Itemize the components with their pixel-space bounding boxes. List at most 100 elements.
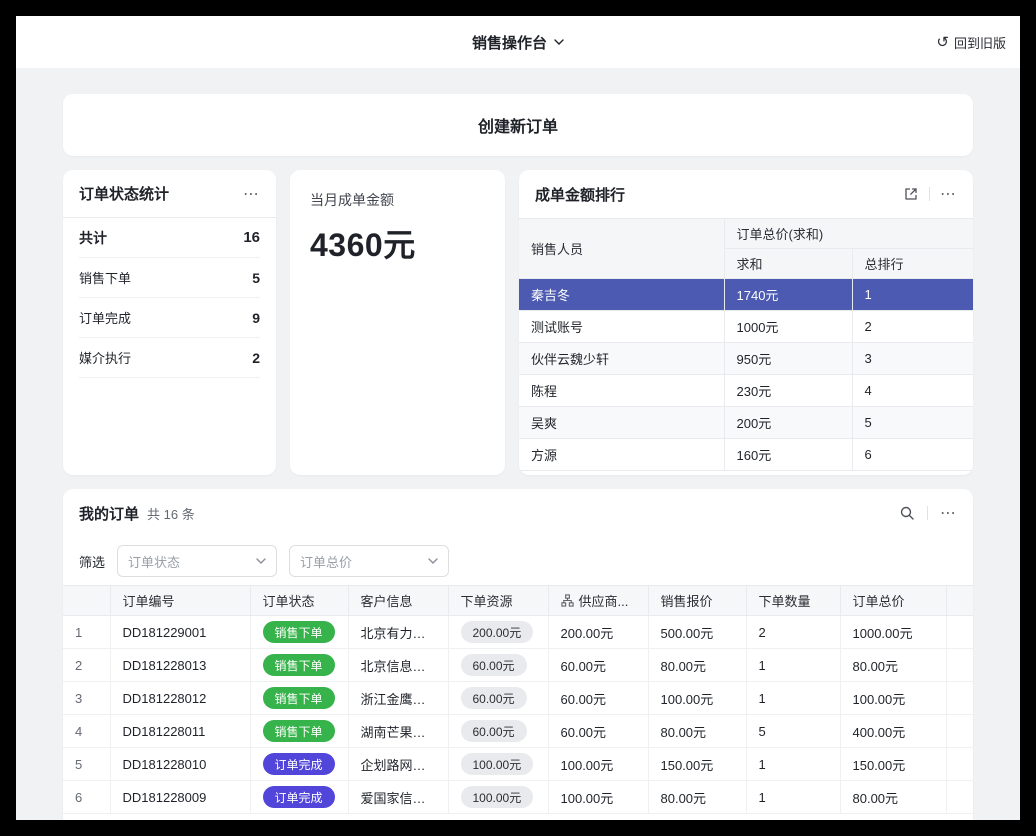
col-supplier[interactable]: 供应商... (548, 586, 648, 616)
resource-badge: 60.00元 (461, 687, 527, 709)
cell-qty: 5 (746, 715, 840, 748)
ranking-amount: 1740元 (724, 279, 852, 311)
status-badge: 订单完成 (263, 786, 335, 808)
monthly-amount-card: 当月成单金额 4360元 (290, 170, 505, 475)
cell-qty: 1 (746, 682, 840, 715)
hierarchy-icon (561, 594, 574, 607)
ranking-row[interactable]: 伙伴云魏少轩 950元 3 (519, 343, 973, 375)
cell-status: 销售下单 (250, 715, 348, 748)
ranking-col-rank[interactable]: 总排行 (852, 249, 973, 279)
filter-label: 筛选 (79, 552, 105, 571)
search-icon[interactable] (899, 505, 915, 521)
col-status[interactable]: 订单状态 (250, 586, 348, 616)
ranking-col-group[interactable]: 订单总价(求和) (724, 219, 973, 249)
cell-quote: 80.00元 (648, 649, 746, 682)
cell-order-no: DD181228010 (110, 748, 250, 781)
cell-quote: 100.00元 (648, 682, 746, 715)
more-icon[interactable]: ⋯ (243, 184, 260, 204)
cell-total: 1000.00元 (840, 616, 946, 649)
cell-supplier: 200.00元 (548, 616, 648, 649)
col-total[interactable]: 订单总价 (840, 586, 946, 616)
order-row[interactable]: 6 DD181228009 订单完成 爱国家信息... 100.00元 100.… (63, 781, 973, 814)
ranking-row[interactable]: 吴爽 200元 5 (519, 407, 973, 439)
cell-supplier: 60.00元 (548, 715, 648, 748)
ranking-row[interactable]: 测试账号 1000元 2 (519, 311, 973, 343)
ranking-row[interactable]: 秦吉冬 1740元 1 (519, 279, 973, 311)
ranking-rank: 6 (852, 439, 973, 471)
back-to-old-version-button[interactable]: ↺ 回到旧版 (936, 16, 1006, 68)
cell-extra (946, 748, 973, 781)
ranking-col-person[interactable]: 销售人员 (519, 219, 724, 279)
cell-total: 80.00元 (840, 649, 946, 682)
order-row[interactable]: 3 DD181228012 销售下单 浙江金鹰卡... 60.00元 60.00… (63, 682, 973, 715)
status-row-total[interactable]: 共计 16 (79, 218, 260, 258)
ranking-name: 陈程 (519, 375, 724, 407)
cell-status: 订单完成 (250, 748, 348, 781)
order-status-stats-title: 订单状态统计 (79, 183, 169, 204)
cell-order-no: DD181229001 (110, 616, 250, 649)
app-window: 销售操作台 ↺ 回到旧版 创建新订单 订单状态统计 ⋯ 共计 (16, 16, 1020, 820)
ranking-row[interactable]: 方源 160元 6 (519, 439, 973, 471)
order-row[interactable]: 4 DD181228011 销售下单 湖南芒果娱... 60.00元 60.00… (63, 715, 973, 748)
col-customer[interactable]: 客户信息 (348, 586, 448, 616)
order-row[interactable]: 5 DD181228010 订单完成 企划路网络... 100.00元 100.… (63, 748, 973, 781)
ranking-card-header: 成单金额排行 ⋯ (519, 170, 973, 218)
cell-index: 3 (63, 682, 110, 715)
cell-order-no: DD181228009 (110, 781, 250, 814)
cell-quote: 80.00元 (648, 715, 746, 748)
ranking-card-title: 成单金额排行 (535, 184, 625, 205)
create-new-order-label: 创建新订单 (478, 113, 558, 137)
col-supplier-label: 供应商... (579, 591, 629, 610)
col-order-no[interactable]: 订单编号 (110, 586, 250, 616)
divider (927, 506, 928, 520)
cell-supplier: 100.00元 (548, 781, 648, 814)
ranking-row[interactable]: 陈程 230元 4 (519, 375, 973, 407)
col-qty[interactable]: 下单数量 (746, 586, 840, 616)
cell-customer: 北京有力量... (348, 616, 448, 649)
ranking-card: 成单金额排行 ⋯ 销售人员 订单总价(求和) (519, 170, 973, 475)
orders-table: 订单编号 订单状态 客户信息 下单资源 供应商... 销售报价 下单数量 订单 (63, 585, 973, 814)
cell-order-no: DD181228011 (110, 715, 250, 748)
status-label: 订单完成 (79, 308, 131, 327)
status-value: 2 (252, 350, 260, 366)
cell-supplier: 100.00元 (548, 748, 648, 781)
status-value: 9 (252, 310, 260, 326)
resource-badge: 100.00元 (461, 753, 534, 775)
ranking-col-sum[interactable]: 求和 (724, 249, 852, 279)
resource-badge: 200.00元 (461, 621, 534, 643)
order-total-filter-select[interactable]: 订单总价 (289, 545, 449, 577)
status-label: 销售下单 (79, 268, 131, 287)
back-to-old-version-label: 回到旧版 (954, 33, 1006, 52)
cell-status: 销售下单 (250, 649, 348, 682)
status-row[interactable]: 媒介执行 2 (79, 338, 260, 378)
export-icon[interactable] (903, 186, 919, 202)
col-resource[interactable]: 下单资源 (448, 586, 548, 616)
more-icon[interactable]: ⋯ (940, 503, 957, 523)
status-row[interactable]: 销售下单 5 (79, 258, 260, 298)
ranking-name: 秦吉冬 (519, 279, 724, 311)
order-row[interactable]: 2 DD181228013 销售下单 北京信息大... 60.00元 60.00… (63, 649, 973, 682)
ranking-rank: 4 (852, 375, 973, 407)
cell-total: 80.00元 (840, 781, 946, 814)
status-value: 16 (243, 229, 260, 246)
cell-resource: 60.00元 (448, 715, 548, 748)
order-status-filter-select[interactable]: 订单状态 (117, 545, 277, 577)
cell-supplier: 60.00元 (548, 649, 648, 682)
chevron-down-icon (256, 558, 266, 564)
col-quote[interactable]: 销售报价 (648, 586, 746, 616)
more-icon[interactable]: ⋯ (940, 184, 957, 204)
status-label: 媒介执行 (79, 348, 131, 367)
create-new-order-button[interactable]: 创建新订单 (63, 94, 973, 156)
cell-resource: 100.00元 (448, 748, 548, 781)
cell-extra (946, 616, 973, 649)
cell-index: 4 (63, 715, 110, 748)
ranking-amount: 200元 (724, 407, 852, 439)
app-switcher[interactable]: 销售操作台 (472, 32, 564, 53)
status-row[interactable]: 订单完成 9 (79, 298, 260, 338)
status-badge: 销售下单 (263, 720, 335, 742)
ranking-name: 伙伴云魏少轩 (519, 343, 724, 375)
status-badge: 订单完成 (263, 753, 335, 775)
order-row[interactable]: 1 DD181229001 销售下单 北京有力量... 200.00元 200.… (63, 616, 973, 649)
chevron-down-icon (428, 558, 438, 564)
cell-qty: 1 (746, 649, 840, 682)
